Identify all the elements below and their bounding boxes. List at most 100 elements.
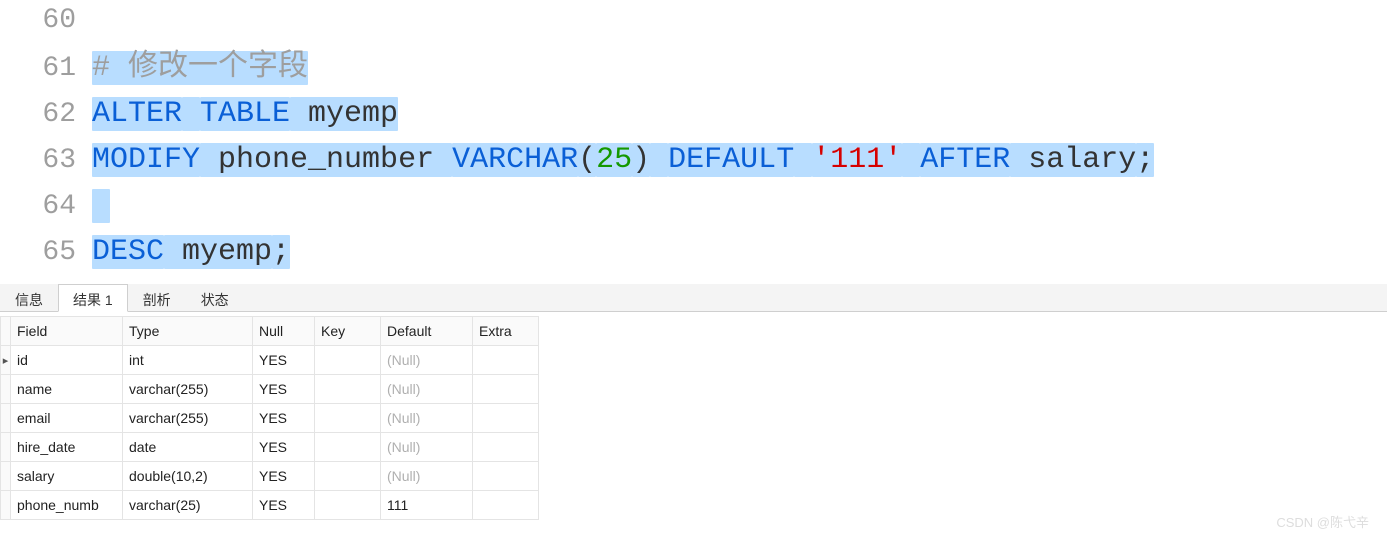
token: 25 <box>596 143 632 177</box>
token: myemp <box>290 97 398 131</box>
row-indicator <box>1 433 11 462</box>
cell[interactable]: YES <box>253 462 315 491</box>
cell[interactable] <box>315 462 381 491</box>
cell[interactable]: varchar(255) <box>123 375 253 404</box>
row-indicator <box>1 491 11 520</box>
cell[interactable]: phone_numb <box>11 491 123 520</box>
token: ) <box>632 143 650 177</box>
table-row[interactable]: namevarchar(255)YES (Null) <box>1 375 539 404</box>
table-row[interactable]: phone_numbvarchar(25)YES 111 <box>1 491 539 520</box>
tab-状态[interactable]: 状态 <box>186 284 244 311</box>
token: ; <box>272 235 290 269</box>
tab-剖析[interactable]: 剖析 <box>128 284 186 311</box>
token: MODIFY <box>92 143 200 177</box>
cell[interactable] <box>315 404 381 433</box>
cell[interactable]: email <box>11 404 123 433</box>
token: DESC <box>92 235 164 269</box>
token: myemp <box>164 235 272 269</box>
token: ALTER <box>92 97 182 131</box>
cell[interactable]: salary <box>11 462 123 491</box>
sql-editor[interactable]: 6061# 修改一个字段62ALTER TABLE myemp63MODIFY … <box>0 0 1387 284</box>
column-header[interactable]: Type <box>123 317 253 346</box>
code-line[interactable]: 62ALTER TABLE myemp <box>0 92 1387 138</box>
cell[interactable] <box>473 346 539 375</box>
result-tabs: 信息结果 1剖析状态 <box>0 284 1387 312</box>
token: phone_number <box>200 143 452 177</box>
column-header[interactable]: Null <box>253 317 315 346</box>
tab-结果 1[interactable]: 结果 1 <box>58 284 128 312</box>
token: DEFAULT <box>668 143 794 177</box>
cell[interactable]: date <box>123 433 253 462</box>
column-header[interactable]: Default <box>381 317 473 346</box>
cell[interactable] <box>473 404 539 433</box>
cell[interactable]: (Null) <box>381 404 473 433</box>
cell[interactable]: varchar(25) <box>123 491 253 520</box>
null-value: (Null) <box>387 381 420 397</box>
cell[interactable]: YES <box>253 491 315 520</box>
code-content[interactable]: DESC myemp; <box>92 230 1387 275</box>
line-number: 63 <box>0 140 92 182</box>
cell[interactable] <box>315 375 381 404</box>
token <box>902 143 920 177</box>
table-row[interactable]: salarydouble(10,2)YES (Null) <box>1 462 539 491</box>
cell[interactable] <box>315 491 381 520</box>
cell[interactable] <box>315 346 381 375</box>
token: '111' <box>812 143 902 177</box>
token <box>650 143 668 177</box>
code-line[interactable]: 63MODIFY phone_number VARCHAR(25) DEFAUL… <box>0 138 1387 184</box>
cell[interactable] <box>473 433 539 462</box>
cell[interactable]: YES <box>253 346 315 375</box>
line-number: 61 <box>0 48 92 90</box>
null-value: (Null) <box>387 468 420 484</box>
table-row[interactable]: hire_datedateYES (Null) <box>1 433 539 462</box>
result-grid[interactable]: FieldTypeNullKeyDefaultExtra▸idintYES(Nu… <box>0 316 539 520</box>
code-line[interactable]: 61# 修改一个字段 <box>0 46 1387 92</box>
null-value: (Null) <box>387 439 420 455</box>
cell[interactable]: (Null) <box>381 462 473 491</box>
table-row[interactable]: emailvarchar(255)YES (Null) <box>1 404 539 433</box>
cell[interactable] <box>473 491 539 520</box>
code-content[interactable]: # 修改一个字段 <box>92 46 1387 91</box>
code-line[interactable]: 64 <box>0 184 1387 230</box>
token <box>794 143 812 177</box>
tab-信息[interactable]: 信息 <box>0 284 58 311</box>
cell[interactable] <box>473 375 539 404</box>
cell[interactable]: YES <box>253 404 315 433</box>
token <box>182 97 200 131</box>
code-line[interactable]: 60 <box>0 0 1387 46</box>
cell[interactable]: hire_date <box>11 433 123 462</box>
column-header[interactable]: Extra <box>473 317 539 346</box>
cell[interactable]: 111 <box>381 491 473 520</box>
cell[interactable]: int <box>123 346 253 375</box>
cell[interactable]: id <box>11 346 123 375</box>
cell[interactable]: varchar(255) <box>123 404 253 433</box>
cell[interactable]: double(10,2) <box>123 462 253 491</box>
cell[interactable]: YES <box>253 433 315 462</box>
line-number: 62 <box>0 94 92 136</box>
cell[interactable]: name <box>11 375 123 404</box>
code-line[interactable]: 65DESC myemp; <box>0 230 1387 276</box>
token: ; <box>1136 143 1154 177</box>
row-indicator-header <box>1 317 11 346</box>
cell[interactable]: (Null) <box>381 346 473 375</box>
cell[interactable]: (Null) <box>381 433 473 462</box>
token <box>92 189 110 223</box>
cell[interactable] <box>473 462 539 491</box>
code-content[interactable]: MODIFY phone_number VARCHAR(25) DEFAULT … <box>92 138 1387 183</box>
column-header[interactable]: Key <box>315 317 381 346</box>
cell[interactable]: YES <box>253 375 315 404</box>
grid-header-row: FieldTypeNullKeyDefaultExtra <box>1 317 539 346</box>
cell[interactable]: (Null) <box>381 375 473 404</box>
column-header[interactable]: Field <box>11 317 123 346</box>
line-number: 65 <box>0 232 92 274</box>
null-value: (Null) <box>387 410 420 426</box>
token: salary <box>1010 143 1136 177</box>
token: # 修改一个字段 <box>92 51 308 85</box>
code-content[interactable] <box>92 184 1387 229</box>
cell[interactable] <box>315 433 381 462</box>
code-content[interactable]: ALTER TABLE myemp <box>92 92 1387 137</box>
token: VARCHAR <box>452 143 578 177</box>
line-number: 64 <box>0 186 92 228</box>
table-row[interactable]: ▸idintYES(Null) <box>1 346 539 375</box>
token: TABLE <box>200 97 290 131</box>
